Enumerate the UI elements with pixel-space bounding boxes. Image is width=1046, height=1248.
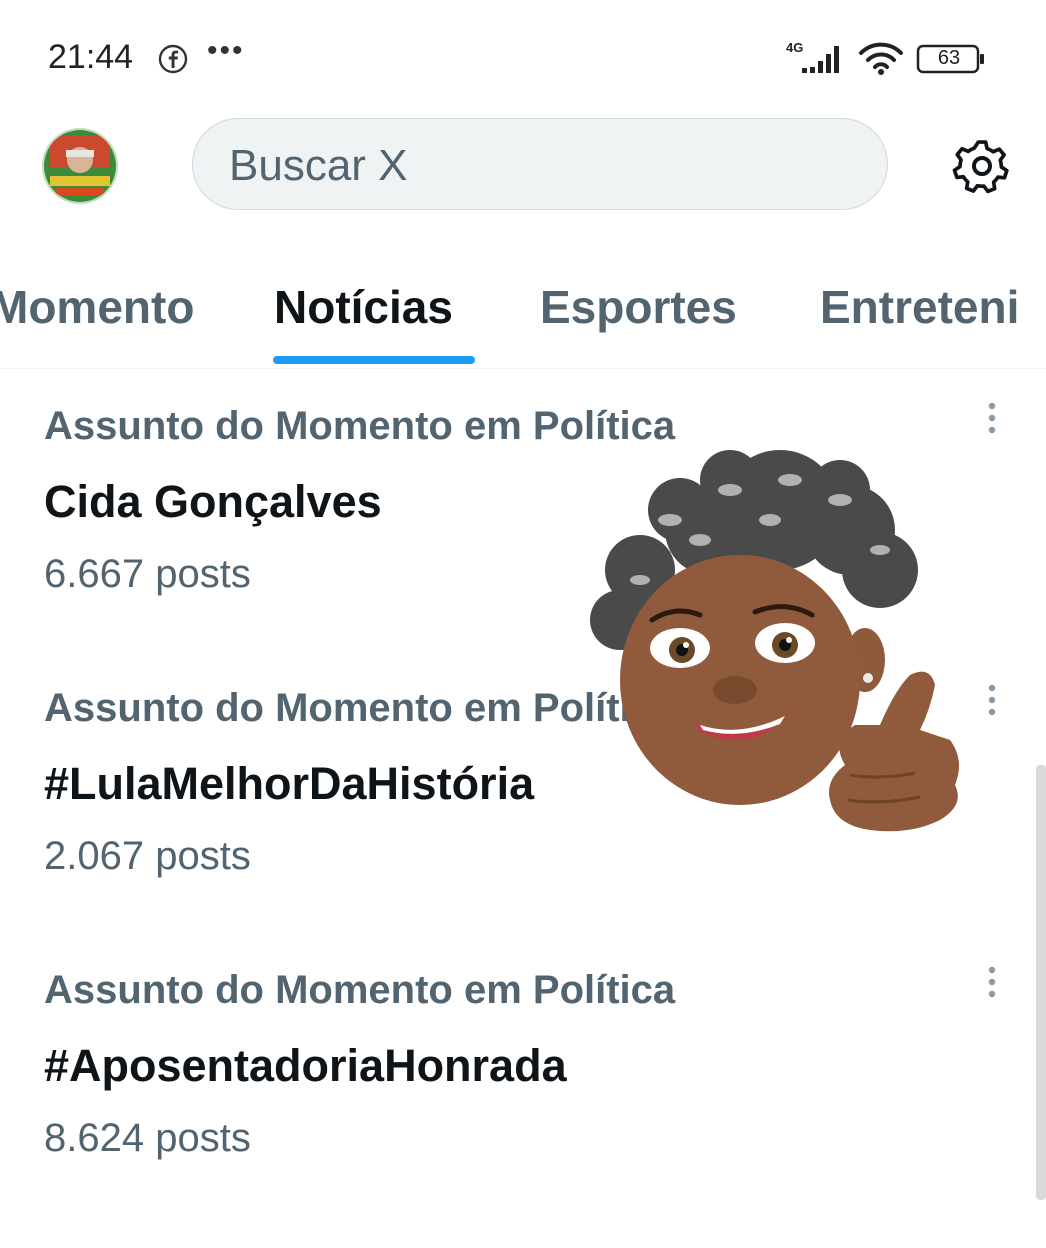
more-options-icon[interactable] bbox=[982, 680, 1002, 720]
trend-item[interactable]: Assunto do Momento em Política #Aposenta… bbox=[0, 966, 1046, 1248]
signal-icon: 4G bbox=[786, 40, 839, 73]
trend-post-count: 8.624 posts bbox=[44, 1116, 251, 1160]
avatar-image bbox=[44, 130, 116, 202]
trend-post-count: 2.067 posts bbox=[44, 834, 251, 878]
avatar[interactable] bbox=[42, 128, 118, 204]
tab-bar: Momento Notícias Esportes Entreteni bbox=[0, 270, 1046, 369]
facebook-icon bbox=[158, 44, 188, 74]
trend-title: #AposentadoriaHonrada bbox=[44, 1040, 567, 1091]
memoji-thumbs-up-sticker bbox=[590, 450, 959, 832]
tab-entretenimento[interactable]: Entreteni bbox=[820, 280, 1019, 334]
tab-noticias[interactable]: Notícias bbox=[274, 280, 453, 334]
gear-icon[interactable] bbox=[952, 136, 1012, 196]
tab-momento[interactable]: Momento bbox=[0, 280, 194, 334]
status-time: 21:44 bbox=[48, 38, 134, 76]
search-box[interactable] bbox=[192, 118, 888, 210]
tab-esportes[interactable]: Esportes bbox=[540, 280, 737, 334]
status-bar: 21:44 ••• 4G 63 bbox=[0, 0, 1046, 110]
more-options-icon[interactable] bbox=[982, 962, 1002, 1002]
battery-level: 63 bbox=[937, 47, 961, 69]
trend-title: Cida Gonçalves bbox=[44, 476, 382, 527]
trend-context: Assunto do Momento em Política bbox=[44, 968, 676, 1012]
network-type-label: 4G bbox=[786, 40, 803, 55]
more-options-icon[interactable] bbox=[982, 398, 1002, 438]
trend-title: #LulaMelhorDaHistória bbox=[44, 758, 535, 809]
scrollbar[interactable] bbox=[1036, 765, 1046, 1200]
more-dots-icon: ••• bbox=[207, 34, 245, 67]
search-input[interactable] bbox=[227, 139, 851, 193]
active-tab-indicator bbox=[273, 356, 475, 364]
wifi-icon bbox=[859, 42, 903, 75]
trend-post-count: 6.667 posts bbox=[44, 552, 251, 596]
